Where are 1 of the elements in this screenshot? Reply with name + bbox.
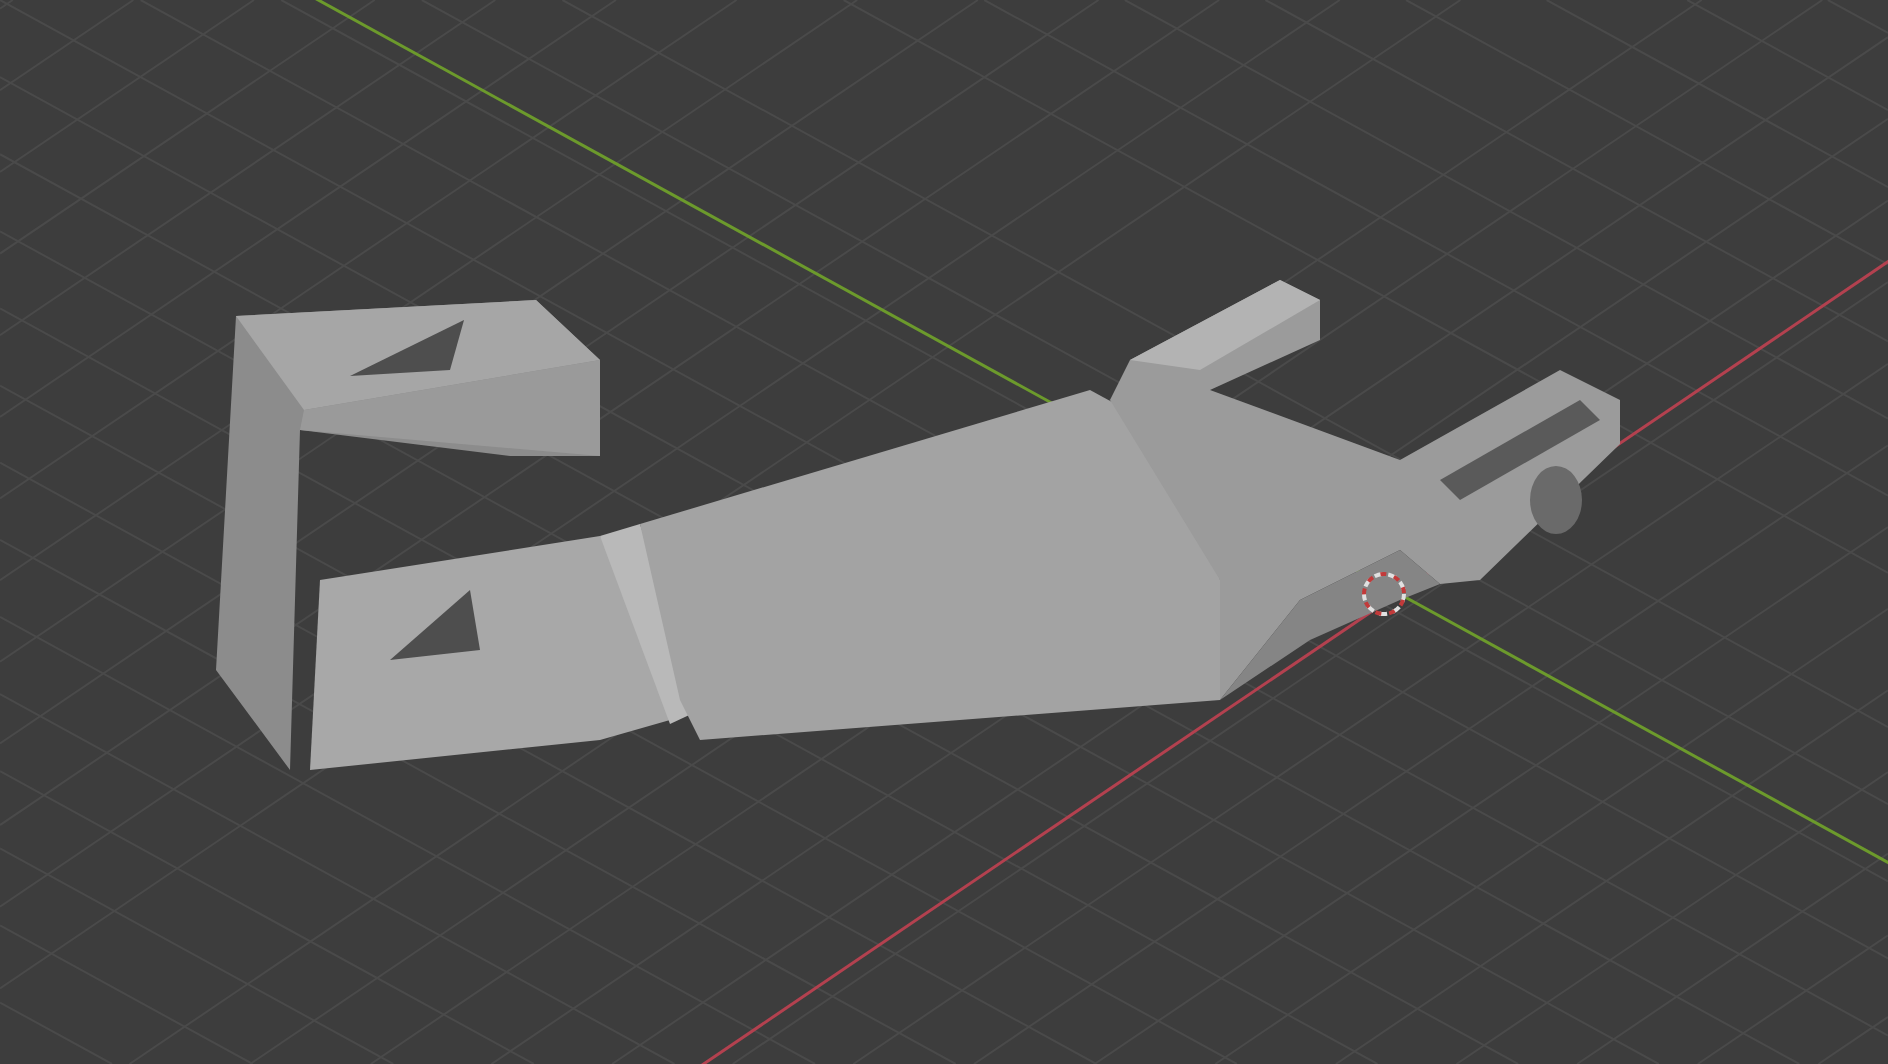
cursor-icon (1362, 572, 1406, 616)
